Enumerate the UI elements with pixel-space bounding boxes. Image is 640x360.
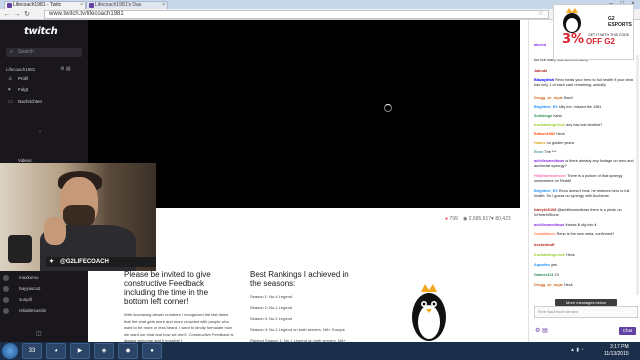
twitch-favicon-icon xyxy=(7,3,12,8)
ranking-row: Season 4: No.1 Legend on both servers. N… xyxy=(250,327,345,332)
chevron-down-icon[interactable]: ⌄ xyxy=(38,128,42,134)
windows-taskbar: 33 ◕ ▶ ◈ ◆ ● ▲ ▮ ◔ 3:17 PM 11/13/2015 xyxy=(0,342,640,360)
ranking-row: Season 2: No.1 Legend xyxy=(250,305,293,310)
chat-message: Brightest_EX silly me, missed the 1981 xyxy=(534,105,602,109)
chat-message: Jakrski xyxy=(534,69,548,73)
back-icon[interactable]: ← xyxy=(3,10,11,19)
chat-send-button[interactable]: Chat xyxy=(619,327,636,335)
chat-message: frackatwingresse any has lost decklist? xyxy=(534,123,603,127)
chat-message: Edison1982 Heck xyxy=(534,132,565,136)
start-button[interactable] xyxy=(2,343,18,359)
search-icon: ⌕ xyxy=(10,49,13,55)
sidebar-item-following[interactable]: ♥ Folgt xyxy=(8,86,28,94)
viewer-count: ● 799 xyxy=(445,216,458,222)
g2-logo-icon xyxy=(8,235,32,263)
avatar xyxy=(3,286,9,292)
sidebar-channel-2[interactable]: hayyascu2 xyxy=(3,285,85,293)
ranking-row: Season 1: No.4 Legend xyxy=(250,294,293,299)
chat-message: achillesmedtows is there already any foo… xyxy=(534,159,634,168)
person-icon: ♙ xyxy=(8,76,13,82)
sidebar-search-input[interactable]: ⌕ Search xyxy=(6,48,82,57)
taskbar-app-5[interactable]: ● xyxy=(142,343,162,359)
chat-message: Aqualtec yes xyxy=(534,263,558,267)
collapse-sidebar-icon[interactable]: ◫ xyxy=(36,330,42,337)
sidebar-channel-1[interactable]: maxkumo xyxy=(3,274,85,282)
viewer-list-icon[interactable]: ▤ xyxy=(542,328,548,334)
ad-off-label: OFF G2 xyxy=(586,37,615,46)
webcam-handle-bar: ✦ @G2LIFECOACH xyxy=(46,257,156,267)
forward-icon[interactable]: → xyxy=(13,10,21,19)
chat-message: Gaimer313 23 xyxy=(534,273,559,277)
sidebar-username[interactable]: Lifecoach1981 xyxy=(6,67,35,72)
webcam-overlay xyxy=(0,163,156,271)
taskbar-clock[interactable]: 3:17 PM 11/13/2015 xyxy=(604,344,629,358)
taskbar-app-4[interactable]: ◆ xyxy=(118,343,138,359)
taskbar-app-chrome[interactable]: ◕ xyxy=(46,343,66,359)
address-bar-row: ← → ↻ www.twitch.tv/lifecoach1981 ☆ ≡ xyxy=(0,9,640,20)
chat-message: bockenbuff xyxy=(534,243,555,247)
settings-icon[interactable]: ⚙ xyxy=(60,66,64,72)
url-input[interactable]: www.twitch.tv/lifecoach1981 xyxy=(44,10,549,19)
loading-spinner-icon xyxy=(384,104,392,112)
heart-icon: ♥ xyxy=(491,216,494,222)
chat-icon: ▭ xyxy=(8,99,13,105)
sidebar-user-actions: ⚙ ▤ xyxy=(60,66,71,72)
close-tab-icon[interactable]: × xyxy=(162,2,165,9)
avatar xyxy=(3,297,9,303)
chat-message: Blazaydfah Reno heals your hero to full … xyxy=(534,78,634,87)
panel-rankings-title: Best Rankings I achieved in the seasons: xyxy=(250,270,349,288)
taskbar-app-1[interactable]: 33 xyxy=(22,343,42,359)
chat-message: CastaMarco Reno is the new meta, confirm… xyxy=(534,232,615,236)
sidebar-channel-4[interactable]: reliablesustiin xyxy=(3,307,85,315)
bookmark-star-icon[interactable]: ☆ xyxy=(538,10,543,17)
penguin-mascot-image xyxy=(412,284,446,341)
browser-tab-1[interactable]: Lifecoach1981 - Twitc × xyxy=(4,1,86,9)
browser-tab-2[interactable]: Lifecoach1981's Das × xyxy=(86,1,168,9)
chat-message: achillesmedtows thanks lil dig into it xyxy=(534,223,597,227)
follower-count: ♥ 80,423 xyxy=(491,216,511,222)
chat-message: Drugg_se_tuyar Bam! xyxy=(534,96,573,100)
chat-message: Drugg_se_tuyar Heck xyxy=(534,283,573,287)
chat-message: HillyNomanlesder There is a picture of t… xyxy=(534,174,623,183)
avatar xyxy=(3,308,9,314)
heart-icon: ♥ xyxy=(8,87,11,93)
ad-brand: G2 ESPORTS xyxy=(608,16,632,28)
system-tray-icons[interactable]: ▲ ▮ ◔ xyxy=(570,347,584,353)
eye-icon: ◉ xyxy=(463,216,468,222)
chat-message: haleyk16108 @achillesmedtows there is a … xyxy=(534,208,622,217)
chat-message: Brightest_EX Reno doesn't heal, he resto… xyxy=(534,189,630,198)
ad-discount: 3% xyxy=(562,32,585,47)
close-tab-icon[interactable]: × xyxy=(80,2,83,9)
sidebar-item-messages[interactable]: ▭ Nachrichten xyxy=(8,98,42,106)
sidebar-item-profile[interactable]: ♙ Profil xyxy=(8,75,28,83)
panel-feedback-title: Please be invited to give constructive F… xyxy=(124,270,211,306)
notifications-icon[interactable]: ▤ xyxy=(66,66,71,72)
total-views: ◉ 2,685,917 xyxy=(463,216,492,222)
penguin-logo-icon xyxy=(563,8,581,33)
chat-message: Sollshoge haha xyxy=(534,114,562,118)
chat-message: frackatwingresse Heck xyxy=(534,253,575,257)
twitter-icon: ✦ xyxy=(49,259,55,265)
reload-icon[interactable]: ↻ xyxy=(23,10,31,19)
more-messages-button[interactable]: More messages below xyxy=(555,299,617,306)
sidebar-channel-3[interactable]: sunpill xyxy=(3,296,85,304)
settings-icon[interactable]: ⚙ xyxy=(535,328,540,334)
browser-tab-bar: Lifecoach1981 - Twitc × Lifecoach1981's … xyxy=(0,0,640,9)
viewers-icon: ● xyxy=(445,216,449,222)
taskbar-app-3[interactable]: ◈ xyxy=(94,343,114,359)
panel-feedback-body: With increasing viewer numbers I recogni… xyxy=(124,312,234,342)
chat-settings-icons: ⚙ ▤ xyxy=(535,327,548,334)
twitch-logo[interactable]: twitch xyxy=(24,26,58,37)
ranking-row: Season 3: No.2 Legend xyxy=(250,316,293,321)
g2-esports-ad[interactable]: G2 ESPORTS GET IT WITH THIS CODE 3% OFF … xyxy=(553,4,634,60)
twitch-favicon-icon xyxy=(89,3,94,8)
chat-input[interactable]: Eine Nachricht senden xyxy=(534,306,638,318)
chat-message: Bean The *** xyxy=(534,150,557,154)
taskbar-app-2[interactable]: ▶ xyxy=(70,343,90,359)
screen: Lifecoach1981 - Twitc × Lifecoach1981's … xyxy=(0,0,640,360)
avatar xyxy=(3,275,9,281)
chat-message: Habos no golden yeara xyxy=(534,141,574,145)
chat-panel: akcent too but many tournaments lately J… xyxy=(528,20,640,342)
